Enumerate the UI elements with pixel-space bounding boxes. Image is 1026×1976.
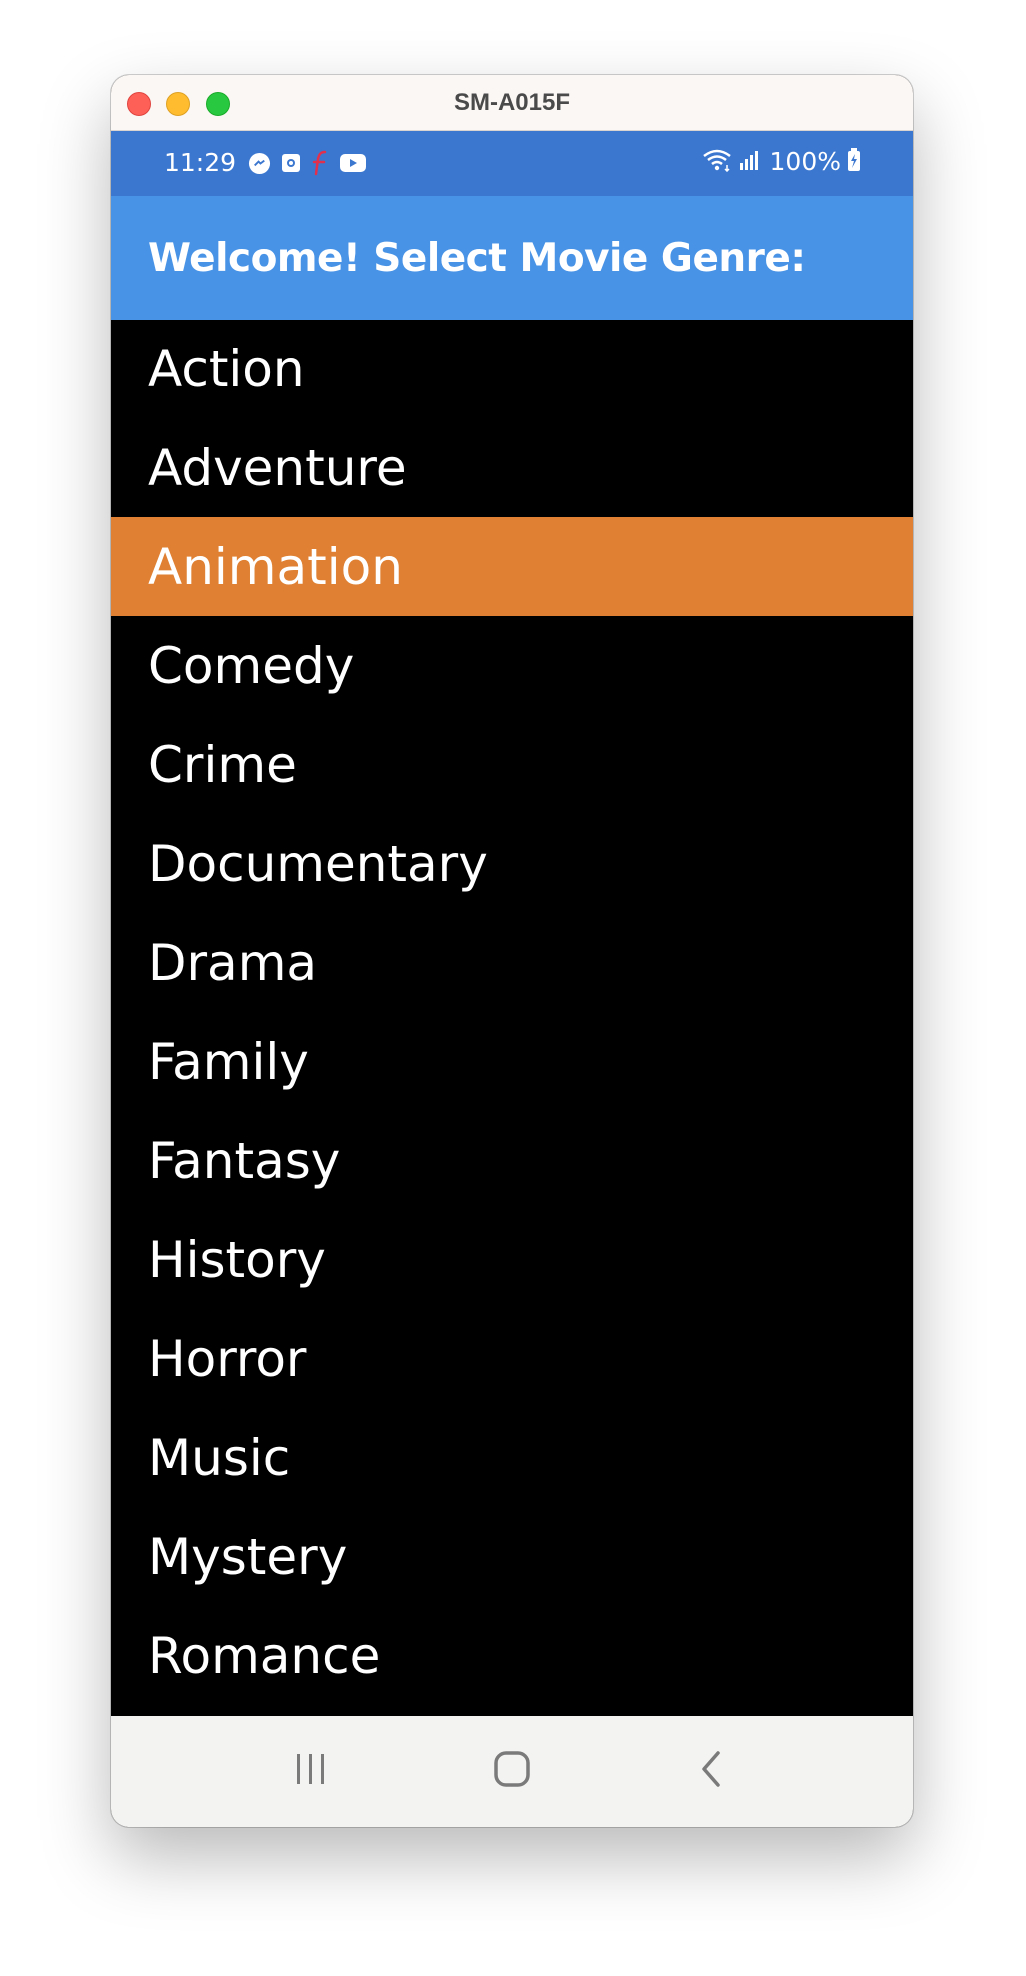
genre-item-fantasy[interactable]: Fantasy (111, 1111, 913, 1210)
genre-label: Drama (148, 933, 318, 992)
outlook-icon (281, 152, 301, 178)
genre-item-history[interactable]: History (111, 1210, 913, 1309)
page-title: Welcome! Select Movie Genre: (148, 235, 806, 281)
genre-label: Music (148, 1428, 291, 1487)
battery-percentage: 100% (769, 147, 841, 176)
battery-charging-icon (847, 147, 861, 176)
wifi-icon (702, 148, 732, 176)
genre-list[interactable]: Action Adventure Animation Comedy Crime … (111, 320, 913, 1716)
genre-label: Family (148, 1032, 309, 1091)
emulator-window: SM-A015F 11:29 100% Welcome! Select Movi… (111, 75, 913, 1827)
genre-label: Horror (148, 1329, 307, 1388)
window-titlebar: SM-A015F (111, 75, 913, 131)
genre-item-crime[interactable]: Crime (111, 715, 913, 814)
genre-item-family[interactable]: Family (111, 1012, 913, 1111)
genre-label: Romance (148, 1626, 381, 1685)
genre-item-documentary[interactable]: Documentary (111, 814, 913, 913)
genre-item-adventure[interactable]: Adventure (111, 418, 913, 517)
genre-label: Fantasy (148, 1131, 341, 1190)
genre-item-comedy[interactable]: Comedy (111, 616, 913, 715)
f-app-icon (311, 149, 329, 181)
genre-item-music[interactable]: Music (111, 1408, 913, 1507)
android-status-bar: 11:29 100% (111, 131, 913, 196)
genre-item-animation[interactable]: Animation (111, 517, 913, 616)
genre-item-action[interactable]: Action (111, 320, 913, 418)
genre-label: Crime (148, 735, 297, 794)
youtube-icon (339, 153, 367, 177)
notification-icons (248, 149, 367, 181)
back-icon (697, 1750, 727, 1793)
genre-item-mystery[interactable]: Mystery (111, 1507, 913, 1606)
system-status-icons: 100% (702, 147, 861, 176)
recent-apps-button[interactable] (251, 1716, 371, 1827)
window-title: SM-A015F (453, 89, 571, 116)
genre-item-romance[interactable]: Romance (111, 1606, 913, 1705)
home-icon (493, 1750, 531, 1793)
back-button[interactable] (652, 1716, 772, 1827)
genre-item-horror[interactable]: Horror (111, 1309, 913, 1408)
home-button[interactable] (452, 1716, 572, 1827)
recent-apps-icon (293, 1752, 329, 1791)
status-time: 11:29 (164, 148, 237, 177)
genre-label: Animation (148, 537, 403, 596)
signal-icon (738, 149, 760, 175)
genre-label: Adventure (148, 438, 407, 497)
genre-item-drama[interactable]: Drama (111, 913, 913, 1012)
app-bar: Welcome! Select Movie Genre: (111, 196, 913, 320)
genre-label: History (148, 1230, 326, 1289)
android-navigation-bar (111, 1716, 913, 1827)
genre-label: Action (148, 340, 305, 398)
messenger-icon (248, 152, 271, 179)
genre-label: Comedy (148, 636, 355, 695)
genre-label: Documentary (148, 834, 488, 893)
genre-label: Mystery (148, 1527, 348, 1586)
